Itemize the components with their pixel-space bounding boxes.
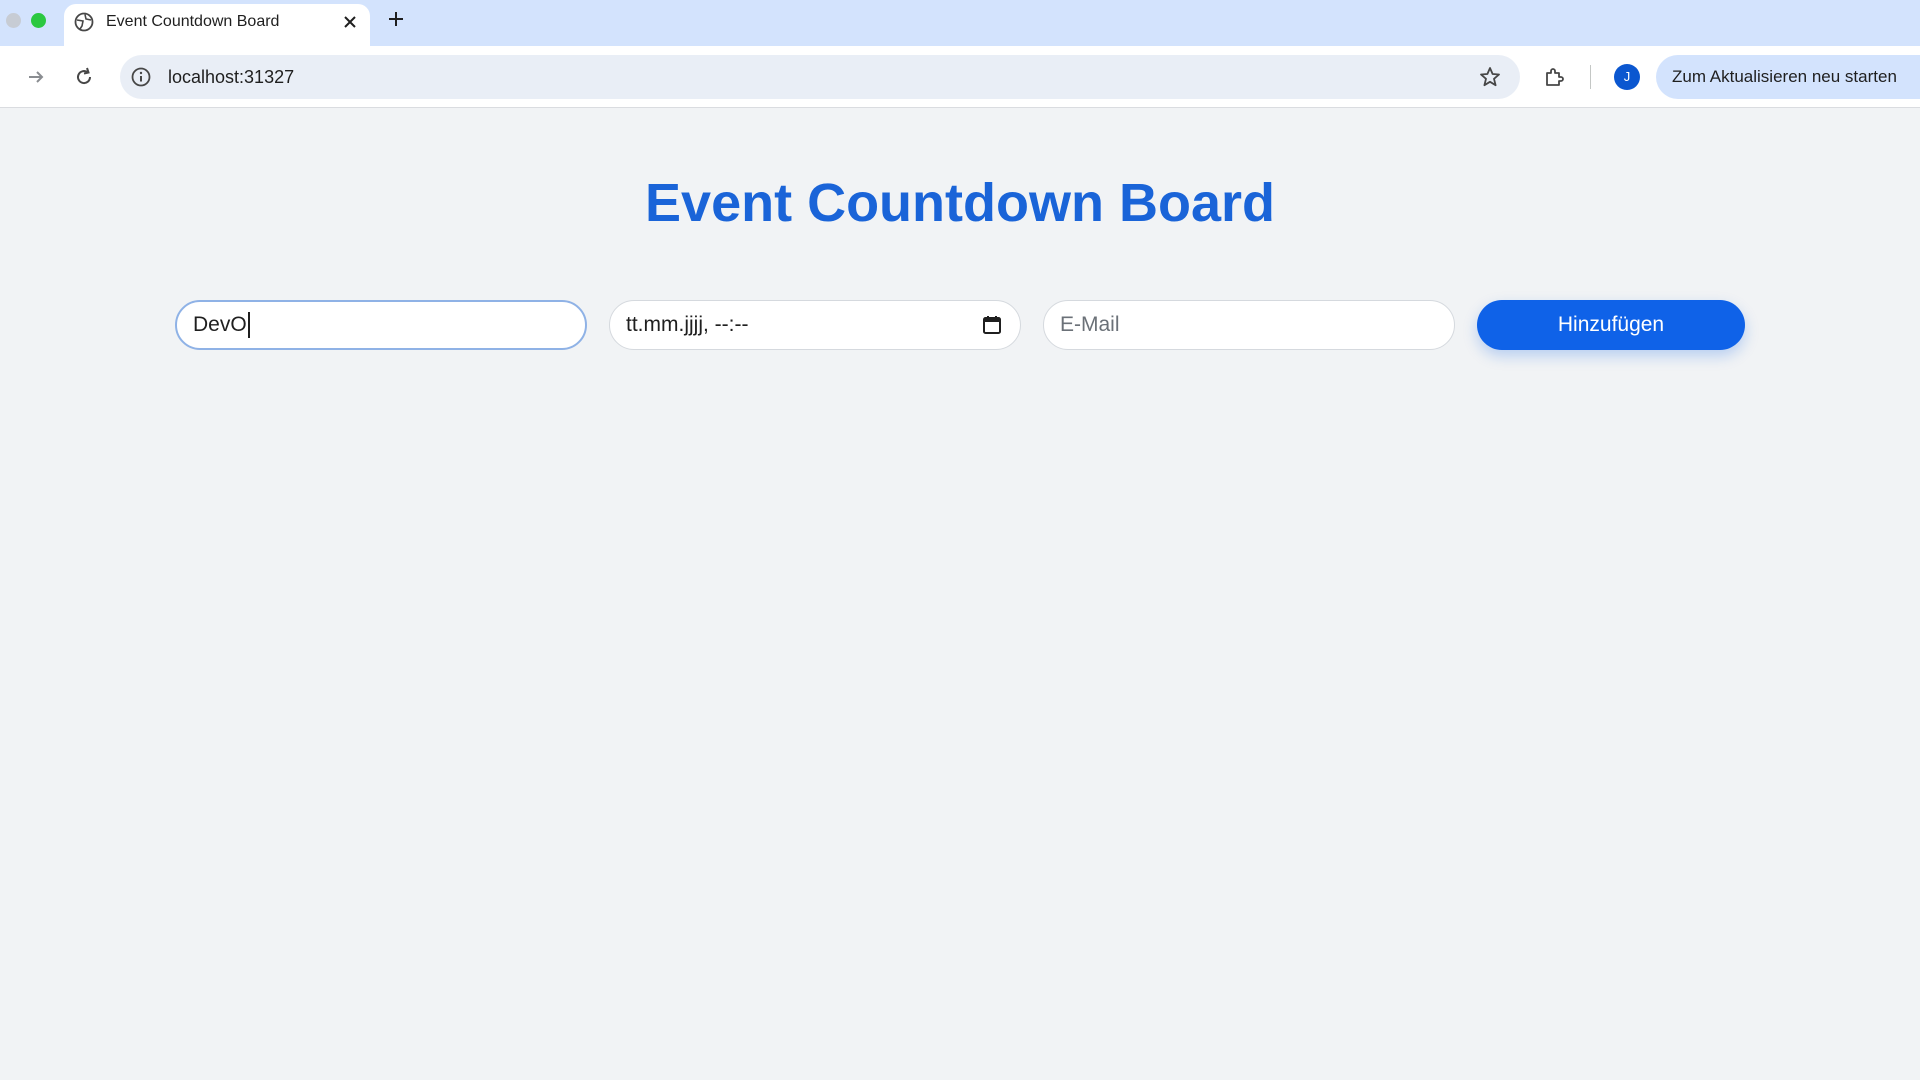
toolbar-divider: [1590, 65, 1591, 89]
info-icon[interactable]: [130, 66, 152, 88]
extensions-icon[interactable]: [1542, 65, 1566, 89]
globe-icon: [74, 12, 94, 32]
event-datetime-input[interactable]: tt.mm.jjjj, --:--: [609, 300, 1021, 350]
star-icon[interactable]: [1478, 65, 1502, 89]
email-placeholder: E-Mail: [1060, 313, 1120, 336]
forward-arrow-icon[interactable]: [24, 65, 48, 89]
page-title: Event Countdown Board: [645, 173, 1275, 233]
url-text[interactable]: localhost:31327: [168, 67, 294, 88]
browser-tab-strip: Event Countdown Board: [0, 0, 1920, 46]
close-icon[interactable]: [342, 14, 358, 30]
event-name-input[interactable]: DevO: [175, 300, 587, 350]
calendar-icon[interactable]: [980, 313, 1004, 337]
window-maximize-dot[interactable]: [31, 13, 46, 28]
event-name-value: DevO: [193, 313, 247, 336]
datetime-placeholder: tt.mm.jjjj, --:--: [626, 313, 749, 336]
text-caret: [247, 312, 250, 339]
profile-avatar[interactable]: J: [1614, 64, 1640, 90]
reload-icon[interactable]: [72, 65, 96, 89]
browser-tab[interactable]: Event Countdown Board: [64, 4, 370, 46]
add-event-button[interactable]: Hinzufügen: [1477, 300, 1745, 350]
tab-title: Event Countdown Board: [106, 13, 280, 30]
window-close-dot[interactable]: [6, 13, 21, 28]
address-bar[interactable]: localhost:31327: [120, 55, 1520, 99]
browser-toolbar: localhost:31327 J Zum Aktualisieren neu …: [0, 46, 1920, 108]
email-input[interactable]: E-Mail: [1043, 300, 1455, 350]
plus-icon[interactable]: [386, 9, 406, 29]
update-restart-button[interactable]: Zum Aktualisieren neu starten: [1656, 55, 1920, 99]
